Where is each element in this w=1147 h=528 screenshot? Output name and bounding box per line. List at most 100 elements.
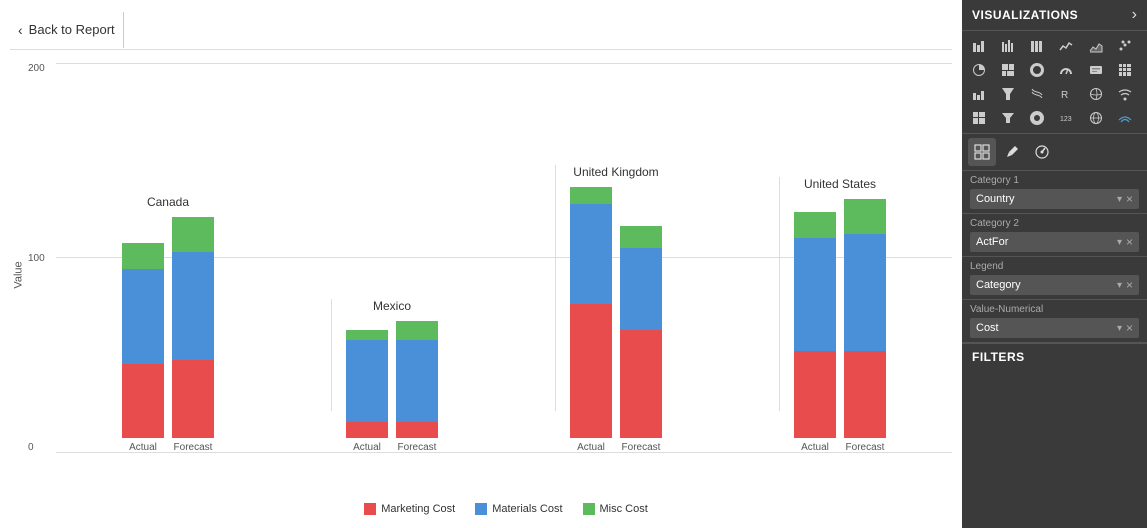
filters-header: FILTERS: [962, 343, 1147, 370]
viz-icon-signal[interactable]: [1114, 107, 1136, 129]
bar-segment: [794, 212, 836, 238]
bar-segment: [844, 351, 886, 438]
fields-container: Category 1Country▾×Category 2ActFor▾×Leg…: [962, 171, 1147, 343]
bar-segment: [122, 364, 164, 438]
category1-field-remove-icon[interactable]: ×: [1126, 192, 1133, 206]
viz-icon-area[interactable]: [1085, 35, 1107, 57]
value-field-box[interactable]: Cost▾×: [970, 318, 1139, 338]
bar-segment: [172, 360, 214, 438]
viz-icon-clustered-bar[interactable]: [997, 35, 1019, 57]
bar-label: Actual: [129, 442, 157, 453]
viz-panel-header: VISUALIZATIONS ›: [962, 0, 1147, 31]
bar-segment: [396, 340, 438, 422]
viz-icon-ribbon[interactable]: [1026, 83, 1048, 105]
legend-field-remove-icon[interactable]: ×: [1126, 278, 1133, 292]
category1-field-label: Category 1: [970, 175, 1139, 186]
legend-label: Materials Cost: [492, 503, 562, 515]
bar-stack[interactable]: [122, 243, 164, 438]
viz-icon-wifi[interactable]: [1114, 83, 1136, 105]
country-title: Mexico: [373, 299, 411, 313]
viz-icon-table2[interactable]: [968, 107, 990, 129]
bar-label: Actual: [353, 442, 381, 453]
legend-field-value: Category: [976, 279, 1021, 291]
analytics-tool-button[interactable]: [1028, 138, 1056, 166]
viz-icon-map[interactable]: [1085, 83, 1107, 105]
bar-group: Forecast: [844, 199, 886, 453]
viz-icon-kpi[interactable]: 123: [1055, 107, 1077, 129]
viz-icon-waterfall[interactable]: [968, 83, 990, 105]
viz-icon-filter2[interactable]: [997, 107, 1019, 129]
bar-segment: [794, 351, 836, 438]
bar-label: Forecast: [398, 442, 437, 453]
bar-segment: [794, 238, 836, 351]
bar-label: Forecast: [174, 442, 213, 453]
viz-icon-donut[interactable]: [1026, 59, 1048, 81]
bar-segment: [346, 340, 388, 422]
viz-icon-scatter[interactable]: [1114, 35, 1136, 57]
viz-icon-line[interactable]: [1055, 35, 1077, 57]
bar-stack[interactable]: [620, 226, 662, 438]
category2-field-value: ActFor: [976, 236, 1008, 248]
category2-field-chevron-icon[interactable]: ▾: [1117, 237, 1122, 248]
bar-stack[interactable]: [346, 330, 388, 438]
viz-icon-matrix[interactable]: [1114, 59, 1136, 81]
value-field-chevron-icon[interactable]: ▾: [1117, 323, 1122, 334]
legend-item: Marketing Cost: [364, 503, 455, 515]
bar-segment: [620, 248, 662, 330]
bar-segment: [620, 330, 662, 438]
bar-stack[interactable]: [794, 212, 836, 438]
format-tool-button[interactable]: [998, 138, 1026, 166]
legend-field-box[interactable]: Category ▾ ×: [970, 275, 1139, 295]
viz-icon-funnel[interactable]: [997, 83, 1019, 105]
viz-icons-grid: R 123: [962, 31, 1147, 133]
bar-group: Actual: [794, 212, 836, 453]
category1-field-chevron-icon[interactable]: ▾: [1117, 194, 1122, 205]
country-group-united-kingdom: United KingdomActualForecast: [570, 165, 662, 453]
bar-group: Actual: [570, 187, 612, 453]
bar-segment: [844, 234, 886, 351]
country-group-united-states: United StatesActualForecast: [794, 177, 886, 453]
bar-segment: [172, 252, 214, 360]
legend-item: Materials Cost: [475, 503, 562, 515]
category2-field-remove-icon[interactable]: ×: [1126, 235, 1133, 249]
category1-field-box[interactable]: Country ▾ ×: [970, 189, 1139, 209]
bar-label: Forecast: [846, 442, 885, 453]
value-field-label: Value-Numerical: [970, 304, 1139, 315]
y-axis-label: Value: [13, 261, 25, 288]
bar-label: Actual: [801, 442, 829, 453]
viz-panel-expand-icon[interactable]: ›: [1132, 6, 1137, 24]
bar-segment: [844, 199, 886, 234]
back-label: Back to Report: [29, 22, 115, 37]
bar-stack[interactable]: [844, 199, 886, 438]
legend-item: Misc Cost: [583, 503, 648, 515]
legend-label: Marketing Cost: [381, 503, 455, 515]
back-to-report-button[interactable]: ‹ Back to Report: [10, 12, 124, 48]
viz-icon-gauge[interactable]: [1055, 59, 1077, 81]
legend-label: Misc Cost: [600, 503, 648, 515]
bar-segment: [396, 321, 438, 340]
legend-color-swatch: [583, 503, 595, 515]
fields-tool-button[interactable]: [968, 138, 996, 166]
bar-stack[interactable]: [570, 187, 612, 438]
bar-stack[interactable]: [396, 321, 438, 438]
viz-icon-stacked-bar[interactable]: [968, 35, 990, 57]
bar-segment: [172, 217, 214, 252]
viz-icon-100pct-bar[interactable]: [1026, 35, 1048, 57]
viz-icon-ring[interactable]: [1026, 107, 1048, 129]
y-tick-0: 0: [28, 442, 56, 453]
bar-segment: [396, 422, 438, 438]
viz-icon-card[interactable]: [1085, 59, 1107, 81]
legend-field-chevron-icon[interactable]: ▾: [1117, 280, 1122, 291]
value-field-remove-icon[interactable]: ×: [1126, 321, 1133, 335]
category2-field-box[interactable]: ActFor ▾ ×: [970, 232, 1139, 252]
category1-field-value: Country: [976, 193, 1015, 205]
bar-label: Actual: [577, 442, 605, 453]
bar-stack[interactable]: [172, 217, 214, 438]
viz-icon-text[interactable]: R: [1055, 83, 1077, 105]
viz-icon-globe[interactable]: [1085, 107, 1107, 129]
viz-icon-pie[interactable]: [968, 59, 990, 81]
viz-icon-treemap[interactable]: [997, 59, 1019, 81]
bar-group: Actual: [122, 243, 164, 453]
bar-group: Forecast: [620, 226, 662, 453]
country-title: Canada: [147, 195, 189, 209]
